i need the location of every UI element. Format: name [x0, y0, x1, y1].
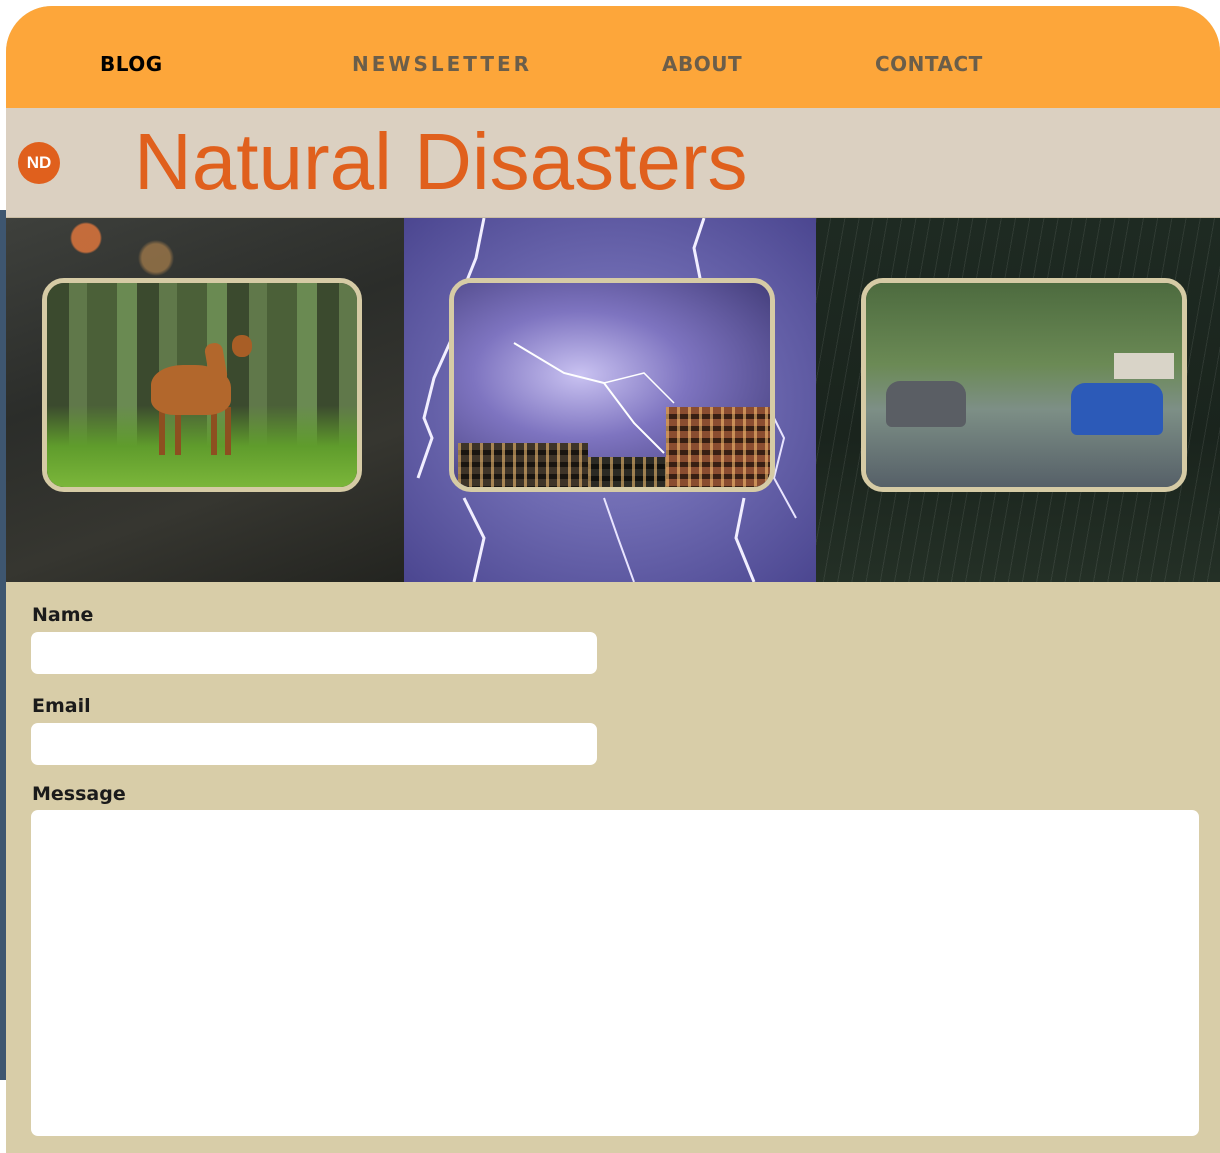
- deer-head: [232, 335, 252, 357]
- nav-blog-link[interactable]: BLOG: [100, 52, 163, 76]
- deer-leg: [159, 407, 165, 455]
- lightning-panel: [404, 218, 816, 582]
- name-label: Name: [32, 604, 94, 626]
- name-field[interactable]: [31, 632, 597, 674]
- page-container: BLOG NEWSLETTER ABOUT CONTACT ND Natural…: [6, 6, 1220, 1153]
- email-field[interactable]: [31, 723, 597, 765]
- message-label: Message: [32, 783, 126, 805]
- nav-about-link[interactable]: ABOUT: [662, 52, 742, 76]
- building: [458, 443, 588, 487]
- gray-car: [886, 381, 966, 427]
- email-label: Email: [32, 695, 91, 717]
- nav-newsletter-link[interactable]: NEWSLETTER: [352, 52, 532, 76]
- site-title: Natural Disasters: [134, 117, 748, 206]
- nav-contact-link[interactable]: CONTACT: [875, 52, 983, 76]
- forest-deer-image: [42, 278, 362, 492]
- blue-car: [1071, 383, 1163, 435]
- contact-form: Name Email Message: [6, 582, 1220, 1153]
- wildfire-panel: [6, 218, 404, 582]
- house: [1114, 353, 1174, 379]
- building: [588, 457, 668, 487]
- city-lightning-image: [449, 278, 775, 492]
- hero-gallery: [6, 218, 1220, 582]
- rain-panel: [816, 218, 1220, 582]
- flooded-street-image: [861, 278, 1187, 492]
- site-header: ND Natural Disasters: [6, 108, 1220, 219]
- building: [666, 407, 770, 487]
- site-logo[interactable]: ND: [18, 142, 60, 184]
- deer-leg: [225, 407, 231, 455]
- message-field[interactable]: [31, 810, 1199, 1136]
- top-navbar: BLOG NEWSLETTER ABOUT CONTACT: [6, 6, 1220, 108]
